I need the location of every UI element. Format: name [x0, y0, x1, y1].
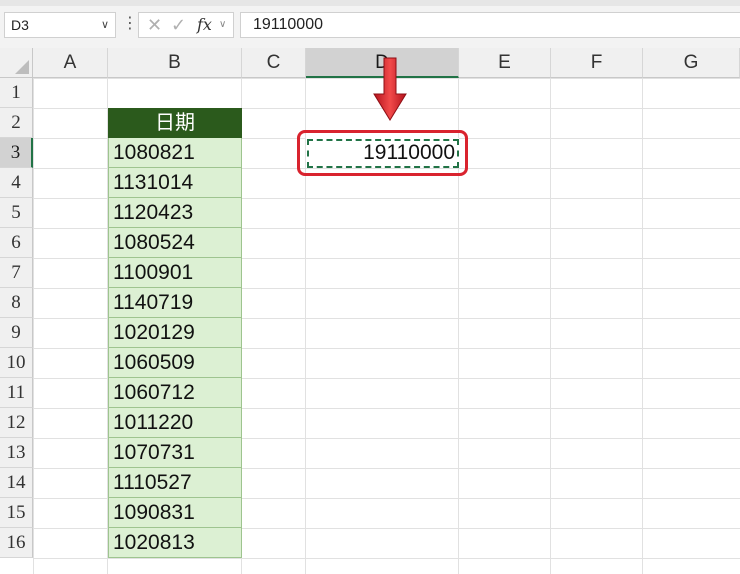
column-header-c[interactable]: C — [242, 48, 306, 78]
row-header-11[interactable]: 11 — [0, 378, 33, 408]
row-header-8[interactable]: 8 — [0, 288, 33, 318]
column-header-b[interactable]: B — [108, 48, 242, 78]
column-header-f[interactable]: F — [551, 48, 643, 78]
down-arrow-icon — [373, 57, 407, 121]
formula-buttons: ✕ ✓ fx ∨ — [138, 12, 234, 38]
column-header-g[interactable]: G — [643, 48, 740, 78]
cell-b12[interactable]: 1011220 — [108, 408, 242, 438]
cell-b9[interactable]: 1020129 — [108, 318, 242, 348]
row-header-5[interactable]: 5 — [0, 198, 33, 228]
row-header-9[interactable]: 9 — [0, 318, 33, 348]
row-header-15[interactable]: 15 — [0, 498, 33, 528]
row-header-4[interactable]: 4 — [0, 168, 33, 198]
cell-b3[interactable]: 1080821 — [108, 138, 242, 168]
row-header-3[interactable]: 3 — [0, 138, 33, 168]
chevron-down-icon[interactable]: ∨ — [101, 13, 109, 37]
cell-b13[interactable]: 1070731 — [108, 438, 242, 468]
cell-b7[interactable]: 1100901 — [108, 258, 242, 288]
cell-b6[interactable]: 1080524 — [108, 228, 242, 258]
name-box-value: D3 — [11, 17, 29, 33]
select-all-button[interactable] — [0, 48, 33, 78]
cell-b11[interactable]: 1060712 — [108, 378, 242, 408]
row-header-16[interactable]: 16 — [0, 528, 33, 558]
cell-b2-header[interactable]: 日期 — [108, 108, 242, 138]
row-header-10[interactable]: 10 — [0, 348, 33, 378]
formula-bar: D3 ∨ ⋮ ✕ ✓ fx ∨ 19110000 — [0, 0, 740, 48]
cell-b16[interactable]: 1020813 — [108, 528, 242, 558]
row-header-2[interactable]: 2 — [0, 108, 33, 138]
name-box[interactable]: D3 ∨ — [4, 12, 116, 38]
formula-input[interactable]: 19110000 — [240, 12, 740, 38]
ribbon-edge — [0, 0, 740, 6]
cell-b15[interactable]: 1090831 — [108, 498, 242, 528]
insert-function-icon[interactable]: fx — [197, 13, 212, 37]
column-header-a[interactable]: A — [33, 48, 108, 78]
cell-b4[interactable]: 1131014 — [108, 168, 242, 198]
cell-b8[interactable]: 1140719 — [108, 288, 242, 318]
confirm-icon[interactable]: ✓ — [171, 13, 186, 37]
row-header-1[interactable]: 1 — [0, 78, 33, 108]
cell-b14[interactable]: 1110527 — [108, 468, 242, 498]
row-header-13[interactable]: 13 — [0, 438, 33, 468]
row-header-12[interactable]: 12 — [0, 408, 33, 438]
highlight-box — [297, 130, 468, 176]
cancel-icon[interactable]: ✕ — [147, 13, 162, 37]
row-header-14[interactable]: 14 — [0, 468, 33, 498]
function-dropdown-icon[interactable]: ∨ — [219, 13, 226, 37]
row-header-6[interactable]: 6 — [0, 228, 33, 258]
cell-b5[interactable]: 1120423 — [108, 198, 242, 228]
column-header-e[interactable]: E — [459, 48, 551, 78]
more-options-icon[interactable]: ⋮ — [122, 12, 138, 38]
row-header-7[interactable]: 7 — [0, 258, 33, 288]
cell-b10[interactable]: 1060509 — [108, 348, 242, 378]
